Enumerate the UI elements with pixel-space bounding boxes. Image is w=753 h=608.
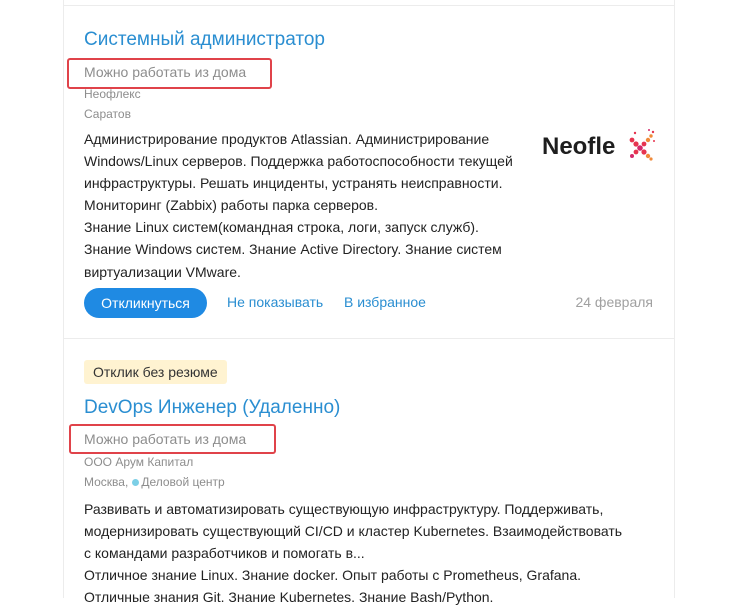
highlight-box bbox=[69, 424, 276, 454]
respond-button[interactable]: Откликнуться bbox=[84, 288, 207, 318]
add-to-favorites-link[interactable]: В избранное bbox=[344, 294, 426, 310]
vacancy-description: Развивать и автоматизировать существующу… bbox=[84, 498, 622, 608]
description-line: Windows/Linux серверов. Поддержка работо… bbox=[84, 153, 513, 170]
city-label: Москва, bbox=[84, 475, 129, 489]
company-name: ООО Арум Капитал bbox=[84, 455, 194, 469]
highlight-box bbox=[67, 58, 272, 89]
description-line: виртуализации VMware. bbox=[84, 263, 241, 280]
logo-x-mark bbox=[629, 129, 655, 161]
logo-wordmark: Neofle bbox=[542, 133, 616, 160]
metro-station-icon bbox=[132, 478, 140, 486]
vacancy-title-link[interactable]: Системный администратор bbox=[84, 29, 325, 51]
top-divider bbox=[64, 5, 674, 6]
metro-station-label: Деловой центр bbox=[141, 475, 225, 489]
description-line: Отличное знание Linux. Знание docker. Оп… bbox=[84, 567, 582, 584]
vacancy-title-link[interactable]: DevOps Инженер (Удаленно) bbox=[84, 397, 340, 419]
description-line: Знание Windows систем. Знание Active Dir… bbox=[84, 241, 502, 258]
company-logo[interactable]: Neofle bbox=[542, 128, 657, 168]
company-name: Неофлекс bbox=[84, 87, 141, 101]
description-line: Развивать и автоматизировать существующу… bbox=[84, 501, 604, 517]
description-line: инфраструктуры. Решать инциденты, устран… bbox=[84, 175, 503, 192]
description-line: Мониторинг (Zabbix) работы парка серверо… bbox=[84, 197, 378, 214]
hide-vacancy-link[interactable]: Не показывать bbox=[227, 294, 323, 310]
description-line: Отличные знания Git. Знание Kubernetes. … bbox=[84, 589, 494, 606]
publication-date: 24 февраля bbox=[575, 294, 653, 310]
description-line: Администрирование продуктов Atlassian. А… bbox=[84, 131, 490, 147]
city-label: Саратов bbox=[84, 107, 131, 121]
vacancy-divider bbox=[64, 338, 674, 339]
location: Москва, Деловой центр bbox=[84, 475, 225, 489]
no-resume-badge: Отклик без резюме bbox=[84, 360, 227, 384]
vacancy-description: Администрирование продуктов Atlassian. А… bbox=[84, 128, 513, 283]
description-line: с командами разработчиков и помогать в..… bbox=[84, 545, 365, 562]
vacancy-list: Системный администратор Можно работать и… bbox=[63, 0, 675, 605]
description-line: модернизировать существующий CI/CD и кла… bbox=[84, 523, 623, 540]
description-line: Знание Linux систем(командная строка, ло… bbox=[84, 219, 479, 236]
